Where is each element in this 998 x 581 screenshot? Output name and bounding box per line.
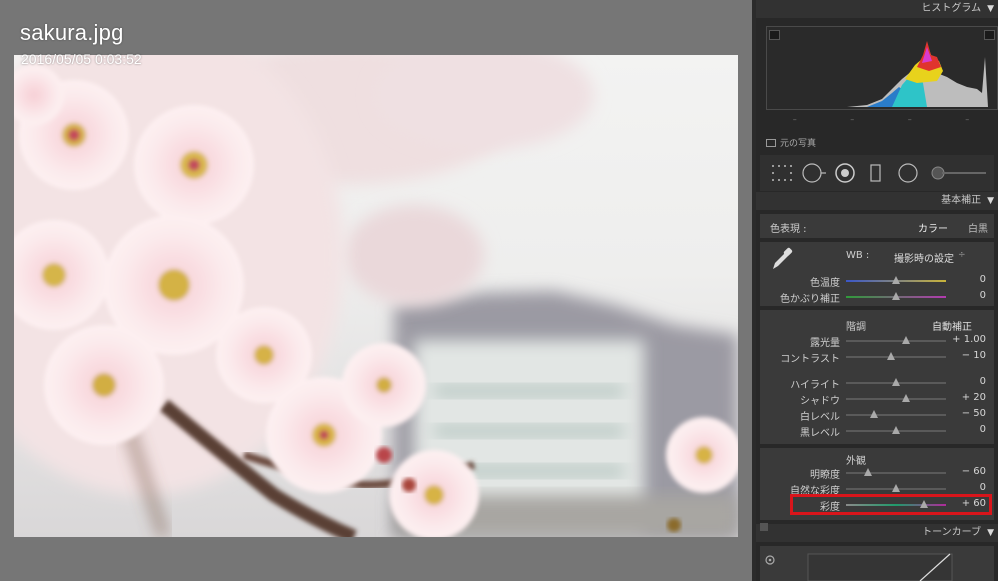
radial-filter-icon[interactable] — [898, 163, 918, 183]
adjustment-brush-icon[interactable] — [931, 166, 986, 180]
slider-value[interactable]: 0 — [980, 482, 986, 493]
tone-curve-header[interactable]: トーンカーブ ▼ — [756, 524, 998, 542]
slider-row: 白レベル − 50 — [756, 408, 998, 423]
collapse-triangle-icon[interactable]: ▼ — [987, 524, 994, 542]
slider-label: 黒レベル — [800, 428, 840, 439]
wb-dropdown-arrows-icon[interactable]: ÷ — [958, 250, 966, 260]
photo-image[interactable] — [14, 55, 738, 537]
slider-value[interactable]: 0 — [980, 424, 986, 435]
histogram-info-dashes: – – – – — [792, 115, 970, 124]
slider-row: コントラスト − 10 — [756, 350, 998, 365]
histogram — [766, 26, 998, 110]
slider-track[interactable] — [846, 398, 946, 400]
slider-knob[interactable] — [902, 336, 910, 344]
slider-knob[interactable] — [892, 378, 900, 386]
basic-title: 基本補正 — [941, 195, 982, 206]
slider-track[interactable] — [846, 414, 946, 416]
spot-removal-icon[interactable] — [802, 163, 826, 183]
slider-label: 明瞭度 — [810, 470, 840, 481]
auto-tone-button[interactable]: 自動補正 — [932, 318, 972, 333]
wb-dropdown[interactable]: 撮影時の設定 — [894, 250, 954, 265]
original-photo-checkbox[interactable] — [766, 139, 776, 147]
slider-knob[interactable] — [902, 394, 910, 402]
collapse-triangle-icon[interactable]: ▼ — [987, 192, 994, 210]
slider-value[interactable]: 0 — [980, 376, 986, 387]
slider-track[interactable] — [846, 340, 946, 342]
tone-curve-title: トーンカーブ — [922, 527, 982, 538]
crop-overlay-icon[interactable] — [772, 165, 792, 181]
photo-datetime: 2016/05/05 0:03:52 — [21, 51, 142, 67]
tool-strip — [760, 155, 994, 191]
photo-filename: sakura.jpg — [20, 20, 124, 45]
slider-label: ハイライト — [790, 380, 840, 391]
tone-curve-area — [760, 546, 994, 581]
slider-value[interactable]: − 50 — [962, 408, 986, 419]
slider-row: 色温度 0 — [756, 274, 998, 289]
slider-value[interactable]: 0 — [980, 290, 986, 301]
slider-knob[interactable] — [892, 484, 900, 492]
slider-knob[interactable] — [864, 468, 872, 476]
slider-row: 露光量 + 1.00 — [756, 334, 998, 349]
collapse-triangle-icon[interactable]: ▼ — [987, 0, 994, 18]
slider-row: 明瞭度 − 60 — [756, 466, 998, 481]
slider-value[interactable]: + 20 — [962, 392, 986, 403]
original-photo-toggle[interactable]: 元の写真 — [766, 136, 816, 149]
slider-label: 色かぶり補正 — [780, 294, 840, 305]
graduated-filter-icon[interactable] — [870, 164, 881, 182]
slider-label: 露光量 — [810, 338, 840, 349]
treatment-row: 色表現 : カラー 白黒 — [760, 214, 994, 238]
original-photo-label: 元の写真 — [780, 139, 817, 149]
histogram-title: ヒストグラム — [921, 3, 982, 14]
panel-switch-icon[interactable] — [760, 523, 768, 531]
slider-track[interactable] — [846, 472, 946, 474]
eyedropper-icon[interactable] — [770, 246, 794, 272]
treatment-color-button[interactable]: カラー — [918, 220, 948, 235]
photo-preview-area: sakura.jpg 2016/05/05 0:03:52 — [0, 0, 752, 581]
slider-knob[interactable] — [892, 276, 900, 284]
slider-label: 白レベル — [800, 412, 840, 423]
tool-strip-icons — [772, 163, 986, 183]
red-eye-icon[interactable] — [835, 163, 855, 183]
slider-row: ハイライト 0 — [756, 376, 998, 391]
slider-value[interactable]: − 60 — [962, 466, 986, 477]
histogram-graph — [767, 41, 988, 107]
tone-label: 階調 — [846, 322, 866, 333]
slider-knob[interactable] — [887, 352, 895, 360]
slider-value[interactable]: 0 — [980, 274, 986, 285]
slider-row: 黒レベル 0 — [756, 424, 998, 439]
slider-value[interactable]: + 1.00 — [952, 334, 986, 345]
slider-label: コントラスト — [780, 354, 840, 365]
slider-knob[interactable] — [892, 426, 900, 434]
treatment-bw-button[interactable]: 白黒 — [968, 220, 988, 235]
tone-curve-graph[interactable] — [760, 546, 994, 581]
histogram-header[interactable]: ヒストグラム ▼ — [756, 0, 998, 18]
treatment-label: 色表現 : — [770, 224, 807, 235]
cherry-blossom-photo — [14, 55, 738, 537]
wb-label: WB : — [846, 250, 870, 261]
slider-row: 色かぶり補正 0 — [756, 290, 998, 305]
presence-label: 外観 — [846, 456, 866, 467]
saturation-highlight-box — [790, 494, 992, 515]
basic-header[interactable]: 基本補正 ▼ — [756, 192, 998, 210]
slider-row: シャドウ + 20 — [756, 392, 998, 407]
slider-label: 色温度 — [810, 278, 840, 289]
slider-track[interactable] — [846, 356, 946, 358]
slider-knob[interactable] — [892, 292, 900, 300]
slider-knob[interactable] — [870, 410, 878, 418]
slider-label: シャドウ — [800, 396, 840, 407]
slider-value[interactable]: − 10 — [962, 350, 986, 361]
